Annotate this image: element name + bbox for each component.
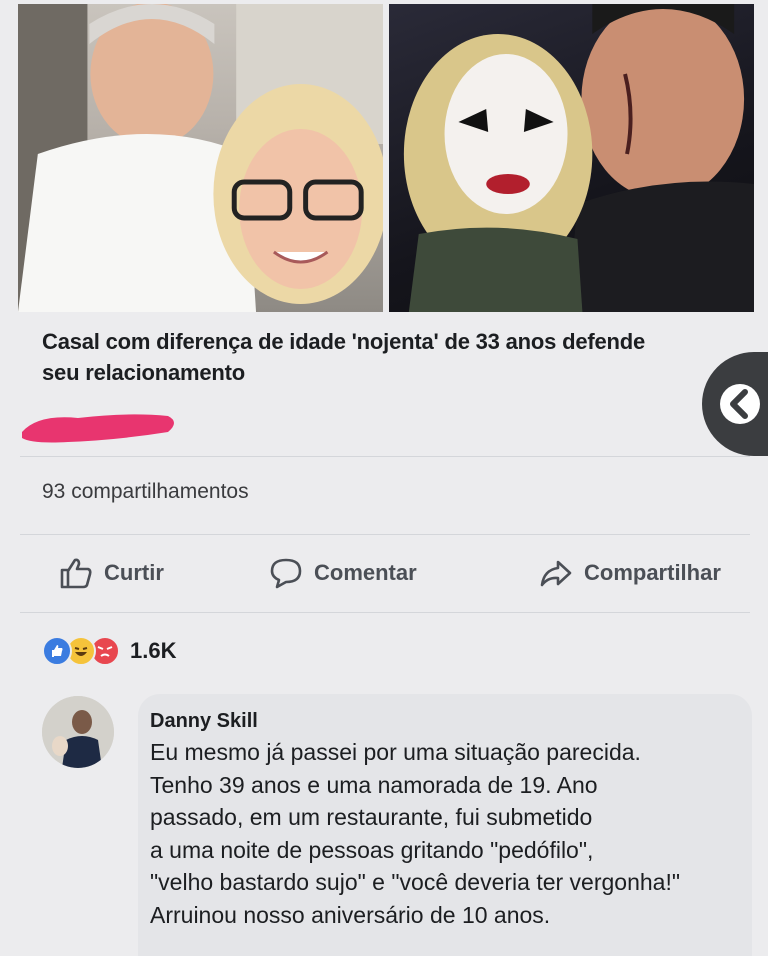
- comment-author[interactable]: Danny Skill: [150, 710, 258, 733]
- side-collapse-tab[interactable]: [702, 352, 768, 456]
- comment-line: passado, em um restaurante, fui submetid…: [150, 804, 593, 830]
- comment-text: Eu mesmo já passei por uma situação pare…: [150, 736, 750, 931]
- comment-label: Comentar: [314, 560, 417, 585]
- share-arrow-icon: [540, 560, 572, 587]
- comment-bubble-icon: [270, 558, 302, 589]
- comment-bubble: Danny Skill Eu mesmo já passei por uma s…: [138, 694, 752, 956]
- post-photo-collage[interactable]: [18, 4, 754, 312]
- avatar[interactable]: [42, 696, 114, 768]
- divider: [20, 612, 750, 613]
- comment-line: a uma noite de pessoas gritando "pedófil…: [150, 836, 594, 863]
- divider: [20, 534, 750, 535]
- reactions-summary[interactable]: 1.6K: [42, 636, 176, 666]
- redaction-scribble: [22, 414, 174, 443]
- photo-clown-makeup-couple[interactable]: [389, 4, 754, 312]
- chevron-left-icon: [720, 384, 760, 424]
- comment-button[interactable]: Comentar: [268, 556, 417, 590]
- reaction-count: 1.6K: [130, 638, 177, 663]
- photo-older-man-young-woman[interactable]: [18, 4, 383, 312]
- post-headline[interactable]: Casal com diferença de idade 'nojenta' d…: [42, 326, 682, 388]
- divider: [20, 456, 750, 457]
- share-label: Compartilhar: [584, 560, 721, 585]
- like-reaction-icon: [42, 636, 72, 666]
- share-button[interactable]: Compartilhar: [538, 556, 721, 590]
- post-action-bar: Curtir Comentar Compartilhar: [58, 556, 758, 596]
- comment-line: Tenho 39 anos e uma namorada de 19. Ano: [150, 771, 598, 798]
- comment-line: Arruinou nosso aniversário de 10 anos.: [150, 901, 551, 928]
- like-label: Curtir: [104, 560, 164, 585]
- comment-line: Eu mesmo já passei por uma situação pare…: [150, 739, 641, 765]
- share-count[interactable]: 93 compartilhamentos: [42, 480, 249, 504]
- comment-line: "velho bastardo sujo" e "você deveria te…: [150, 869, 681, 895]
- like-button[interactable]: Curtir: [58, 556, 164, 590]
- thumbs-up-icon: [60, 558, 92, 589]
